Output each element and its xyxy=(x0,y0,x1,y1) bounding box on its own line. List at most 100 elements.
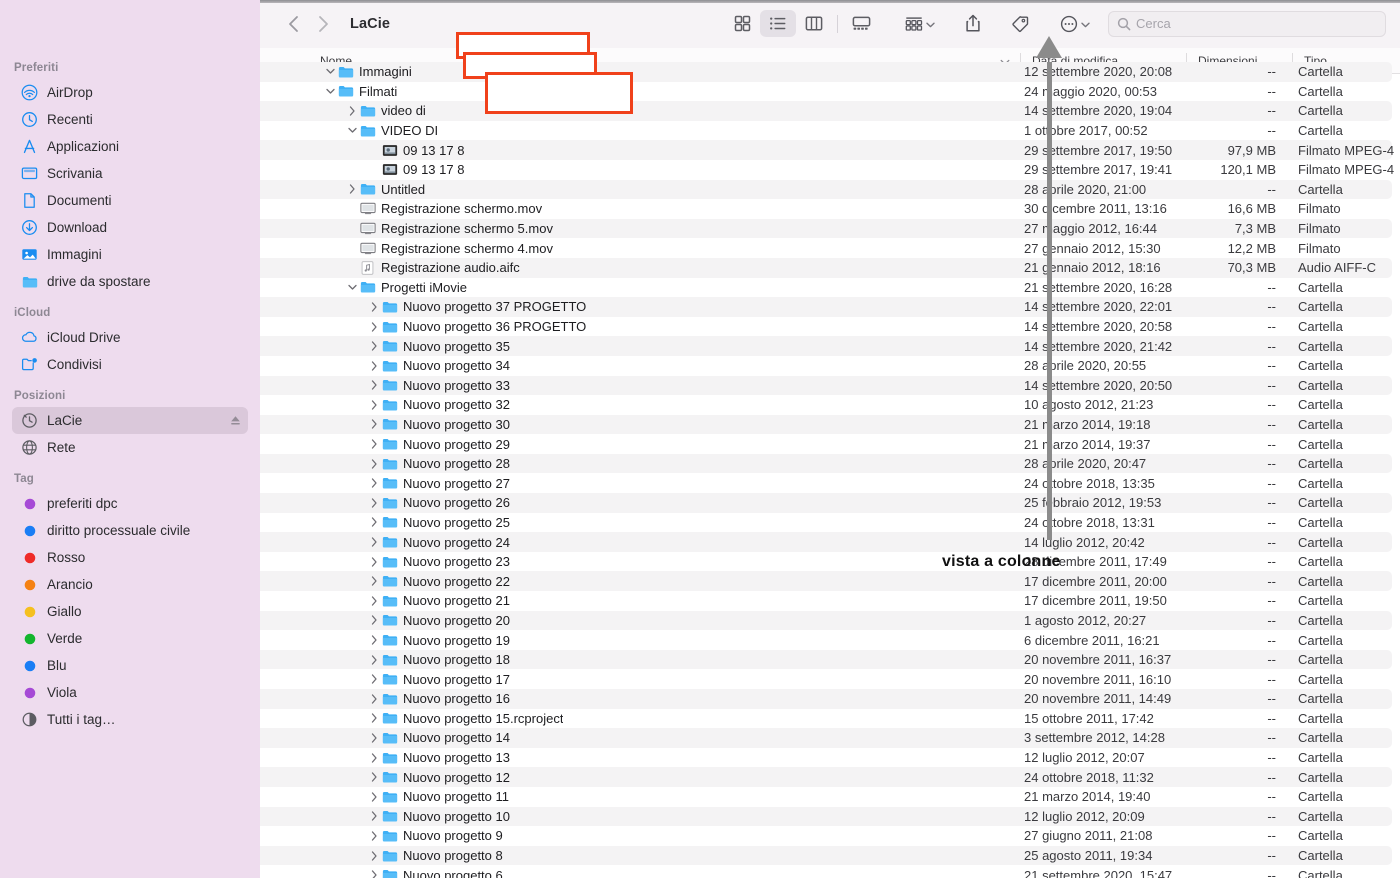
table-row[interactable]: Nuovo progetto 36 PROGETTO 14 settembre 2… xyxy=(260,317,1392,337)
table-row[interactable]: Nuovo progetto 29 21 marzo 2014, 19:37 -- C… xyxy=(260,434,1392,454)
sidebar-item-applicazioni[interactable]: Applicazioni xyxy=(12,133,248,160)
table-row[interactable]: Nuovo progetto 33 14 settembre 2020, 20:5… xyxy=(260,375,1392,396)
disclosure-down-icon[interactable] xyxy=(324,88,337,95)
table-row[interactable]: Nuovo progetto 35 14 settembre 2020, 21:4… xyxy=(260,336,1392,356)
table-row[interactable]: Nuovo progetto 14 3 settembre 2012, 14:28… xyxy=(260,728,1392,748)
sidebar-item-tutti-i-tag[interactable]: Tutti i tag… xyxy=(12,706,248,733)
eject-icon[interactable] xyxy=(229,414,242,427)
disclosure-down-icon[interactable] xyxy=(346,284,359,291)
disclosure-right-icon[interactable] xyxy=(368,850,381,861)
table-row[interactable]: Nuovo progetto 32 10 agosto 2012, 21:23 --… xyxy=(260,395,1392,415)
table-row[interactable]: Nuovo progetto 25 24 ottobre 2018, 13:31 -… xyxy=(260,513,1392,533)
group-by-button[interactable] xyxy=(901,10,939,37)
disclosure-right-icon[interactable] xyxy=(368,478,381,488)
disclosure-right-icon[interactable] xyxy=(368,439,381,449)
table-row[interactable]: Nuovo progetto 8 25 agosto 2011, 19:34 -- C… xyxy=(260,845,1392,866)
sidebar-item-blu[interactable]: Blu xyxy=(12,652,248,679)
disclosure-right-icon[interactable] xyxy=(368,752,381,763)
table-row[interactable]: Nuovo progetto 12 24 ottobre 2018, 11:32 -… xyxy=(260,767,1392,787)
sidebar-item-verde[interactable]: Verde xyxy=(12,625,248,652)
table-row[interactable]: Nuovo progetto 22 17 dicembre 2011, 20:00… xyxy=(260,571,1392,592)
disclosure-right-icon[interactable] xyxy=(368,713,381,724)
table-row[interactable]: Progetti iMovie 21 settembre 2020, 16:28 -… xyxy=(260,278,1392,298)
sidebar-item-rosso[interactable]: Rosso xyxy=(12,544,248,571)
disclosure-right-icon[interactable] xyxy=(368,635,381,645)
gallery-view-button[interactable] xyxy=(843,10,879,37)
column-view-button[interactable] xyxy=(796,10,832,37)
disclosure-right-icon[interactable] xyxy=(368,498,381,508)
table-row[interactable]: 09 13 17 8 29 settembre 2017, 19:41 120,1 … xyxy=(260,160,1394,180)
table-row[interactable]: Nuovo progetto 26 25 febbraio 2012, 19:53… xyxy=(260,493,1392,513)
forward-button[interactable] xyxy=(308,10,338,38)
back-button[interactable] xyxy=(278,10,308,38)
table-row[interactable]: Nuovo progetto 23 28 dicembre 2011, 17:49… xyxy=(260,552,1392,572)
disclosure-right-icon[interactable] xyxy=(368,517,381,528)
disclosure-right-icon[interactable] xyxy=(368,615,381,626)
disclosure-down-icon[interactable] xyxy=(324,68,337,75)
table-row[interactable]: Nuovo progetto 10 12 luglio 2012, 20:09 --… xyxy=(260,806,1392,827)
table-row[interactable]: 09 13 17 8 29 settembre 2017, 19:50 97,9 M… xyxy=(260,140,1394,160)
disclosure-right-icon[interactable] xyxy=(368,576,381,586)
table-row[interactable]: Immagini 12 settembre 2020, 20:08 -- Cartel… xyxy=(260,62,1392,82)
table-row[interactable]: Registrazione schermo 5.mov 27 maggio 201… xyxy=(260,218,1392,239)
disclosure-right-icon[interactable] xyxy=(368,459,381,469)
sidebar-item-scrivania[interactable]: Scrivania xyxy=(12,160,248,187)
table-row[interactable]: Registrazione schermo.mov 30 dicembre 201… xyxy=(260,199,1392,219)
table-row[interactable]: Nuovo progetto 16 20 novembre 2011, 14:49… xyxy=(260,689,1392,709)
disclosure-right-icon[interactable] xyxy=(368,302,381,312)
file-list[interactable]: Immagini 12 settembre 2020, 20:08 -- Cartel… xyxy=(260,62,1400,878)
sidebar-item-lacie[interactable]: LaCie xyxy=(12,407,248,434)
sidebar-item-viola[interactable]: Viola xyxy=(12,679,248,706)
share-button[interactable] xyxy=(961,10,985,37)
list-view-button[interactable] xyxy=(760,10,796,37)
sidebar-item-condivisi[interactable]: Condivisi xyxy=(12,351,248,378)
sidebar-item-preferiti-dpc[interactable]: preferiti dpc xyxy=(12,490,248,517)
sidebar-item-immagini[interactable]: Immagini xyxy=(12,241,248,268)
disclosure-right-icon[interactable] xyxy=(368,321,381,332)
table-row[interactable]: Nuovo progetto 24 14 luglio 2012, 20:42 --… xyxy=(260,532,1392,552)
disclosure-right-icon[interactable] xyxy=(368,831,381,841)
search-field[interactable]: Cerca xyxy=(1108,10,1386,37)
table-row[interactable]: Registrazione audio.aifc 21 gennaio 2012,… xyxy=(260,257,1392,278)
disclosure-right-icon[interactable] xyxy=(368,674,381,684)
table-row[interactable]: Nuovo progetto 13 12 luglio 2012, 20:07 --… xyxy=(260,748,1392,768)
table-row[interactable]: Nuovo progetto 19 6 dicembre 2011, 16:21 -… xyxy=(260,630,1392,650)
disclosure-right-icon[interactable] xyxy=(368,419,381,430)
sidebar-item-drive-da-spostare[interactable]: drive da spostare xyxy=(12,268,248,295)
table-row[interactable]: video di 14 settembre 2020, 19:04 -- Cartel… xyxy=(260,101,1392,121)
disclosure-right-icon[interactable] xyxy=(368,772,381,782)
table-row[interactable]: Nuovo progetto 30 21 marzo 2014, 19:18 -- C… xyxy=(260,414,1392,435)
disclosure-right-icon[interactable] xyxy=(368,733,381,743)
table-row[interactable]: Nuovo progetto 17 20 novembre 2011, 16:10… xyxy=(260,669,1392,689)
sidebar-item-icloud-drive[interactable]: iCloud Drive xyxy=(12,324,248,351)
disclosure-right-icon[interactable] xyxy=(368,596,381,606)
disclosure-right-icon[interactable] xyxy=(368,811,381,822)
table-row[interactable]: Nuovo progetto 9 27 giugno 2011, 21:08 -- C… xyxy=(260,826,1392,846)
table-row[interactable]: Nuovo progetto 34 28 aprile 2020, 20:55 --… xyxy=(260,356,1392,376)
disclosure-right-icon[interactable] xyxy=(368,556,381,567)
disclosure-right-icon[interactable] xyxy=(368,380,381,390)
disclosure-right-icon[interactable] xyxy=(368,361,381,371)
table-row[interactable]: Nuovo progetto 27 24 ottobre 2018, 13:35 -… xyxy=(260,473,1392,493)
table-row[interactable]: Nuovo progetto 21 17 dicembre 2011, 19:50… xyxy=(260,591,1392,611)
table-row[interactable]: Filmati 24 maggio 2020, 00:53 -- Cartella xyxy=(260,82,1392,102)
table-row[interactable]: Nuovo progetto 18 20 novembre 2011, 16:37… xyxy=(260,649,1392,670)
more-actions-button[interactable] xyxy=(1056,10,1094,37)
tag-button[interactable] xyxy=(1007,10,1034,37)
disclosure-right-icon[interactable] xyxy=(368,341,381,351)
sidebar-item-recenti[interactable]: Recenti xyxy=(12,106,248,133)
sidebar-item-rete[interactable]: Rete xyxy=(12,434,248,461)
disclosure-down-icon[interactable] xyxy=(346,127,359,134)
sidebar-item-airdrop[interactable]: AirDrop xyxy=(12,79,248,106)
disclosure-right-icon[interactable] xyxy=(368,537,381,547)
sidebar-item-arancio[interactable]: Arancio xyxy=(12,571,248,598)
disclosure-right-icon[interactable] xyxy=(368,694,381,704)
table-row[interactable]: Nuovo progetto 20 1 agosto 2012, 20:27 -- C… xyxy=(260,610,1392,631)
table-row[interactable]: Nuovo progetto 15.rcproject 15 ottobre 20… xyxy=(260,709,1392,729)
disclosure-right-icon[interactable] xyxy=(368,654,381,665)
sidebar-item-documenti[interactable]: Documenti xyxy=(12,187,248,214)
table-row[interactable]: Untitled 28 aprile 2020, 21:00 -- Cartella xyxy=(260,179,1392,200)
grid-view-button[interactable] xyxy=(724,10,760,37)
disclosure-right-icon[interactable] xyxy=(346,184,359,195)
disclosure-right-icon[interactable] xyxy=(368,870,381,878)
